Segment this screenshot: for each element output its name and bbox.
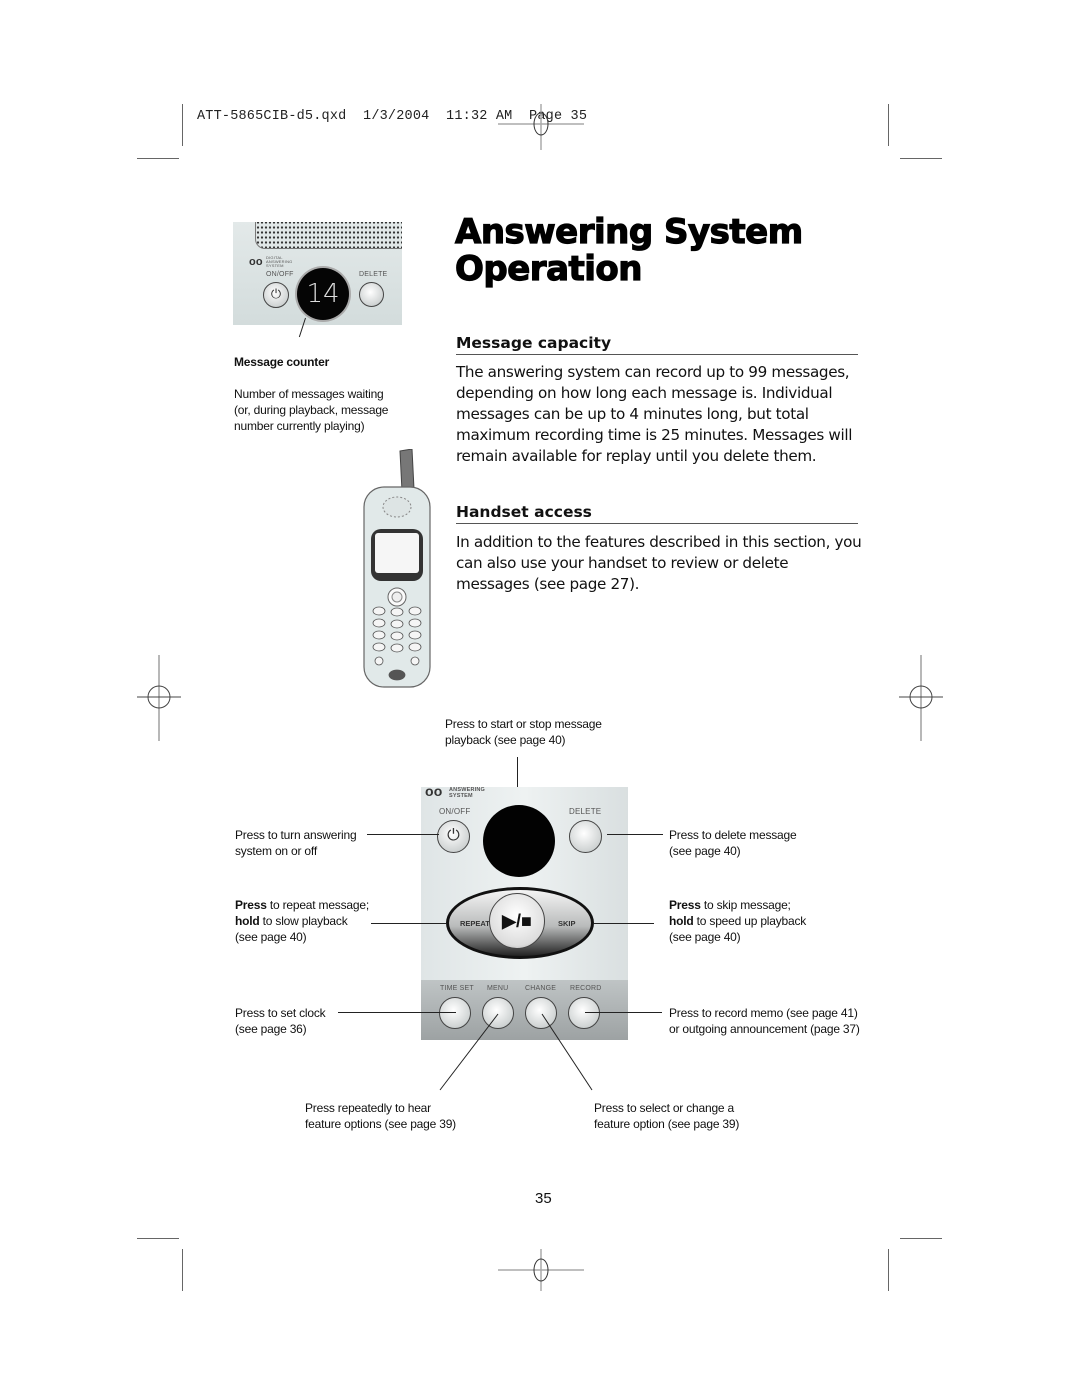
callout-repeat: Press to repeat message; hold to slow pl… [235, 898, 369, 944]
delete-label: DELETE [359, 271, 388, 278]
tape-logo-icon: oo [425, 787, 443, 799]
delete-button-illustration [569, 820, 602, 853]
callout-record: Press to record memo (see page 41) or ou… [669, 1006, 860, 1036]
page-number: 35 [535, 1190, 552, 1207]
message-counter-display: 14 [297, 268, 349, 320]
handset-access-text: In addition to the features described in… [456, 533, 862, 593]
crop-mark [900, 1238, 942, 1239]
registration-mark-icon [498, 104, 584, 150]
crop-mark [137, 1238, 179, 1239]
crop-mark [137, 158, 179, 159]
delete-label: DELETE [569, 807, 602, 816]
section-heading-handset-access: Handset access [456, 503, 858, 524]
logo-text: DIGITAL ANSWERING SYSTEM [266, 255, 293, 268]
callout-play-stop: Press to start or stop message playback … [445, 717, 602, 747]
onoff-label: ON/OFF [439, 807, 471, 816]
page-title: Answering System Operation [454, 212, 803, 289]
leader-line [367, 834, 439, 835]
timeset-label: TIME SET [440, 985, 474, 992]
repeat-label: REPEAT [460, 919, 490, 928]
crop-mark [888, 1249, 889, 1291]
callout-change: Press to select or change a feature opti… [594, 1101, 740, 1131]
power-icon: ⏻ [447, 827, 460, 844]
skip-label: SKIP [558, 919, 576, 928]
message-counter-heading: Message counter [234, 355, 330, 369]
leader-lines-diagonal [439, 1013, 593, 1091]
section-heading-message-capacity: Message capacity [456, 334, 858, 355]
callout-timeset: Press to set clock (see page 36) [235, 1006, 326, 1036]
onoff-button-illustration: ⏻ [437, 820, 470, 853]
crop-mark [182, 104, 183, 146]
onoff-label: ON/OFF [266, 271, 294, 278]
crop-mark [888, 104, 889, 146]
power-icon: ⏻ [263, 282, 289, 308]
callout-skip: Press to skip message; hold to speed up … [669, 898, 807, 944]
play-stop-icon: ▶/■ [489, 893, 545, 949]
logo-text: ANSWERING SYSTEM [449, 787, 486, 799]
delete-button-illustration [359, 282, 384, 307]
leader-line [607, 834, 663, 835]
tape-logo-icon: oo [249, 256, 263, 268]
crop-mark [182, 1249, 183, 1291]
speaker-grille [255, 222, 402, 249]
message-capacity-text: The answering system can record up to 99… [456, 363, 853, 465]
registration-mark-icon [137, 655, 181, 741]
callout-onoff: Press to turn answering system on or off [235, 828, 357, 858]
registration-mark-icon [899, 655, 943, 741]
cordless-handset-illustration [363, 449, 431, 688]
leader-line [371, 923, 446, 924]
record-label: RECORD [570, 985, 602, 992]
callout-delete: Press to delete message (see page 40) [669, 828, 797, 858]
leader-line [594, 923, 654, 924]
registration-mark-icon [498, 1249, 584, 1291]
menu-label: MENU [487, 985, 509, 992]
callout-menu: Press repeatedly to hear feature options… [305, 1101, 456, 1131]
crop-mark [900, 158, 942, 159]
change-label: CHANGE [525, 985, 557, 992]
message-counter-description: Number of messages waiting (or, during p… [234, 387, 389, 433]
message-counter-display-large [483, 805, 555, 877]
